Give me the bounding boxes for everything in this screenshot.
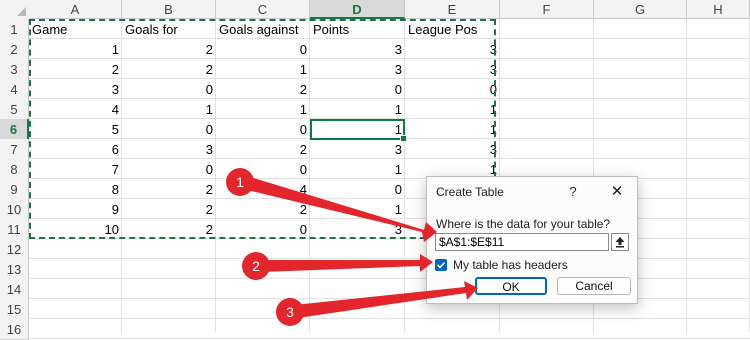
annotation-arrow-2: 2: [242, 252, 433, 280]
annotation-arrow-3: 3: [276, 281, 478, 326]
gridline: [29, 338, 750, 339]
annotation-arrow-1: 1: [226, 168, 437, 242]
annotation-badge-1-label: 1: [236, 174, 244, 190]
annotation-badge-3-label: 3: [286, 304, 294, 320]
annotation-badge-2-label: 2: [252, 258, 260, 274]
annotation-overlay: 1 2 3: [226, 168, 478, 326]
